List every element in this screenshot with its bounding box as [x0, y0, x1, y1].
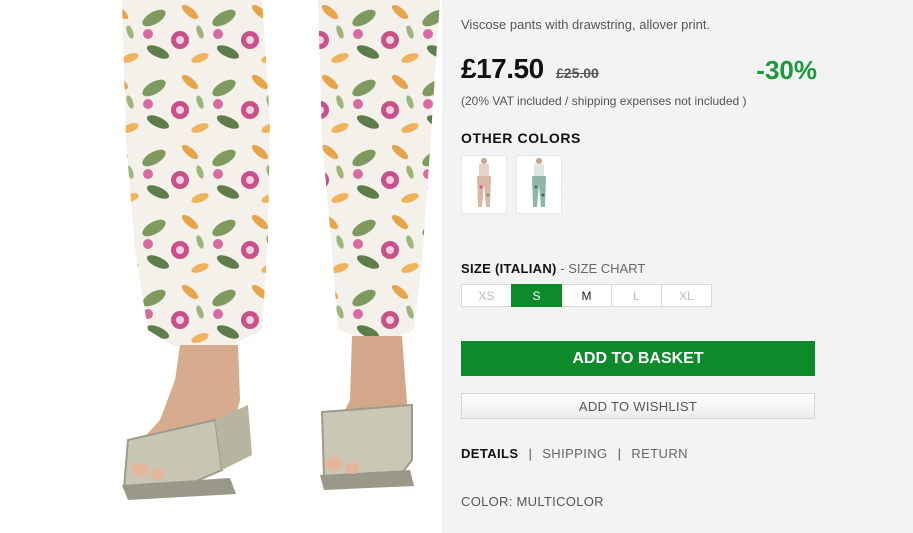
color-swatches — [461, 155, 562, 214]
color-swatch-floral[interactable] — [461, 155, 507, 214]
size-option-xs[interactable]: XS — [461, 284, 512, 307]
size-option-s[interactable]: S — [511, 284, 562, 307]
size-title: SIZE (ITALIAN) — [461, 261, 557, 276]
size-header: SIZE (ITALIAN) - SIZE CHART — [461, 261, 645, 276]
product-photo — [0, 0, 442, 533]
size-option-l[interactable]: L — [611, 284, 662, 307]
size-chart-link[interactable]: SIZE CHART — [568, 261, 645, 276]
tab-separator: | — [528, 446, 533, 461]
add-to-wishlist-button[interactable]: ADD TO WISHLIST — [461, 393, 815, 419]
other-colors-title: OTHER COLORS — [461, 130, 581, 146]
price-row: £17.50 £25.00 -30% — [461, 53, 817, 87]
tab-separator: | — [617, 446, 622, 461]
add-to-basket-button[interactable]: ADD TO BASKET — [461, 341, 815, 376]
tab-return[interactable]: RETURN — [631, 446, 688, 461]
vat-note: (20% VAT included / shipping expenses no… — [461, 94, 747, 108]
tab-shipping[interactable]: SHIPPING — [542, 446, 607, 461]
product-info-panel: Viscose pants with drawstring, allover p… — [442, 0, 913, 533]
size-selector: XS S M L XL — [461, 284, 712, 307]
current-price: £17.50 — [461, 53, 544, 84]
color-swatch-green[interactable] — [516, 155, 562, 214]
product-photo-illustration — [122, 0, 440, 500]
info-tabs: DETAILS | SHIPPING | RETURN — [461, 446, 688, 461]
size-option-m[interactable]: M — [561, 284, 612, 307]
size-separator: - — [556, 261, 569, 276]
pants-thumbnail-icon — [532, 158, 546, 207]
discount-badge: -30% — [756, 55, 817, 85]
product-color-detail: COLOR: MULTICOLOR — [461, 494, 604, 509]
product-description: Viscose pants with drawstring, allover p… — [461, 17, 711, 32]
pants-thumbnail-icon — [477, 158, 491, 207]
tab-details[interactable]: DETAILS — [461, 446, 518, 461]
size-option-xl[interactable]: XL — [661, 284, 712, 307]
original-price: £25.00 — [556, 65, 599, 81]
